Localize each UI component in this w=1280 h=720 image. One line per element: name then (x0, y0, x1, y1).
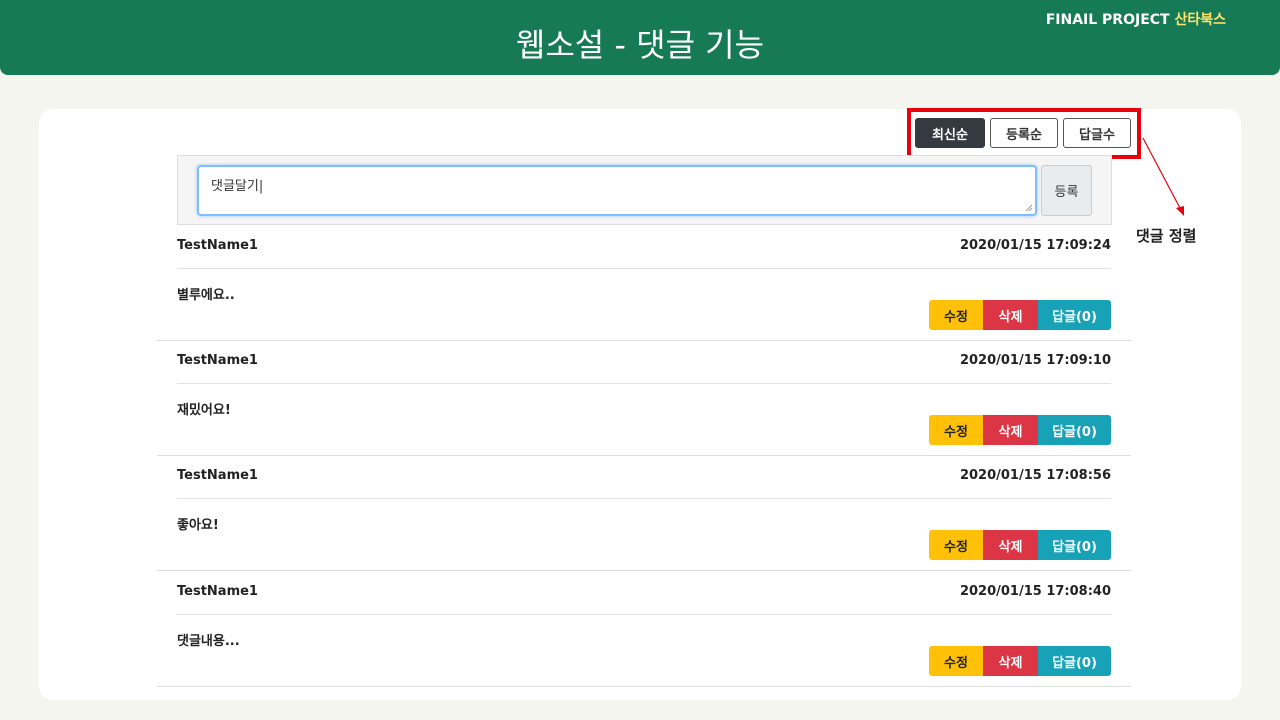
reply-button[interactable]: 답글(0) (1038, 530, 1111, 560)
brand-prefix: FINAIL PROJECT (1045, 12, 1170, 28)
edit-button[interactable]: 수정 (929, 415, 983, 445)
delete-button[interactable]: 삭제 (983, 530, 1038, 560)
comment-divider (177, 383, 1111, 384)
brand-label: FINAIL PROJECT 산타북스 (1046, 9, 1226, 29)
comment-author: TestName1 (177, 238, 258, 253)
comment-text: 재밌어요! (177, 403, 231, 418)
sort-replies-button[interactable]: 답글수 (1063, 118, 1131, 148)
comment-textarea[interactable]: 댓글달기| (197, 165, 1037, 216)
brand-name: 산타북스 (1174, 12, 1226, 28)
sort-bar: 최신순 등록순 답글수 (915, 118, 1131, 148)
comment-actions: 수정 삭제 답글(0) (929, 646, 1111, 676)
submit-comment-button[interactable]: 등록 (1041, 165, 1092, 216)
resize-grip-icon[interactable] (1025, 204, 1033, 212)
reply-button[interactable]: 답글(0) (1038, 300, 1111, 330)
comment-date: 2020/01/15 17:09:10 (959, 353, 1111, 368)
sort-registered-button[interactable]: 등록순 (990, 118, 1058, 148)
comment-text: 별루에요.. (177, 288, 235, 303)
comment-item: TestName1 2020/01/15 17:08:40 댓글내용... 수정… (157, 572, 1131, 687)
comment-textarea-value: 댓글달기| (211, 179, 264, 194)
edit-button[interactable]: 수정 (929, 646, 983, 676)
comment-item: TestName1 2020/01/15 17:09:10 재밌어요! 수정 삭… (157, 341, 1131, 456)
annotation-arrow-icon (1142, 137, 1184, 216)
comment-divider (177, 614, 1111, 615)
comment-divider (177, 498, 1111, 499)
comment-actions: 수정 삭제 답글(0) (929, 300, 1111, 330)
comment-text: 댓글내용... (177, 634, 240, 649)
delete-button[interactable]: 삭제 (983, 646, 1038, 676)
comment-actions: 수정 삭제 답글(0) (929, 530, 1111, 560)
reply-button[interactable]: 답글(0) (1038, 415, 1111, 445)
comment-form: 댓글달기| 등록 (177, 155, 1112, 225)
comment-item: TestName1 2020/01/15 17:09:24 별루에요.. 수정 … (157, 226, 1131, 341)
edit-button[interactable]: 수정 (929, 300, 983, 330)
sort-latest-button[interactable]: 최신순 (915, 118, 985, 148)
edit-button[interactable]: 수정 (929, 530, 983, 560)
comment-author: TestName1 (177, 353, 258, 368)
delete-button[interactable]: 삭제 (983, 415, 1038, 445)
comment-actions: 수정 삭제 답글(0) (929, 415, 1111, 445)
comment-date: 2020/01/15 17:09:24 (959, 238, 1111, 253)
page-header: 웹소설 - 댓글 기능 FINAIL PROJECT 산타북스 (0, 0, 1280, 75)
comment-author: TestName1 (177, 468, 258, 483)
comment-item: TestName1 2020/01/15 17:08:56 좋아요! 수정 삭제… (157, 456, 1131, 571)
comment-date: 2020/01/15 17:08:56 (959, 468, 1111, 483)
reply-button[interactable]: 답글(0) (1038, 646, 1111, 676)
comment-text: 좋아요! (177, 518, 219, 533)
annotation-label: 댓글 정렬 (1136, 227, 1197, 245)
comment-date: 2020/01/15 17:08:40 (959, 584, 1111, 599)
delete-button[interactable]: 삭제 (983, 300, 1038, 330)
comment-divider (177, 268, 1111, 269)
comment-author: TestName1 (177, 584, 258, 599)
